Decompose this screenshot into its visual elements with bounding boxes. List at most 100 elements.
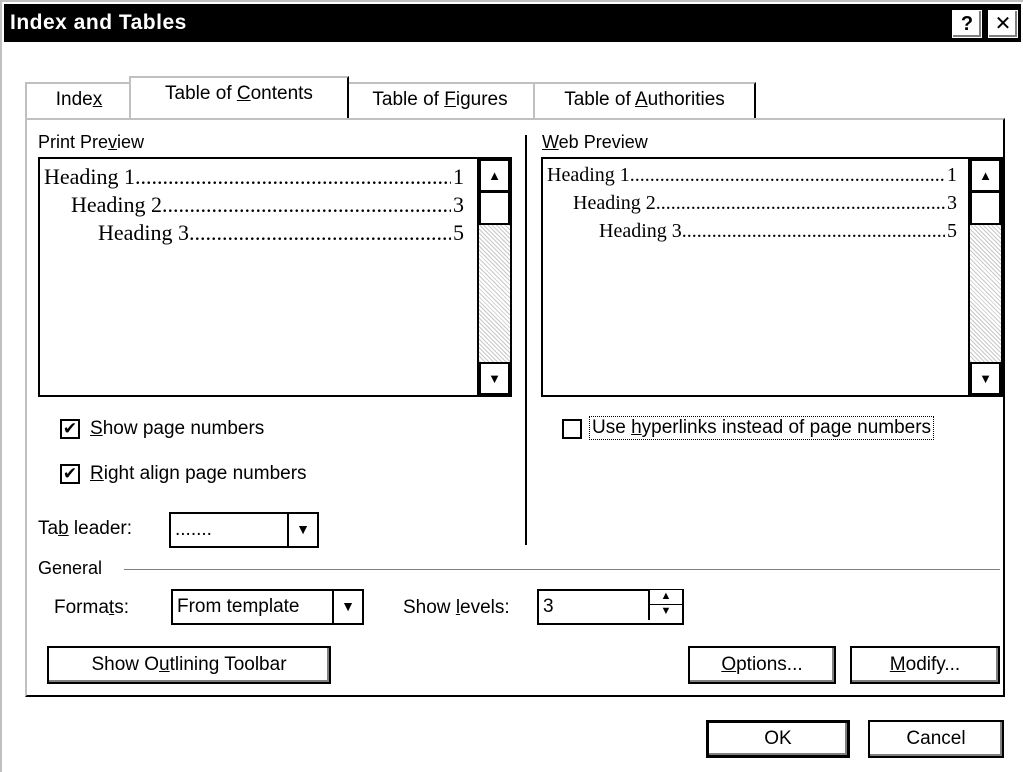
formats-text-a: Forma [54,597,109,618]
spin-up-icon[interactable]: ▲ [650,590,682,605]
options-mnemonic: O [721,654,737,675]
pp-heading-1: Heading 1 [44,164,136,189]
web-preview-label: Web Preview [542,132,648,153]
use-hyperlinks-text-b: yperlinks instead of page numbers [641,417,932,438]
pp-leader-1: ........................................… [135,164,451,189]
pp-page-2: 3 [453,192,464,217]
window-title: Index and Tables [10,11,187,34]
tab-table-of-figures[interactable]: Table of Figures [345,82,535,118]
show-levels-stepper[interactable]: ▲ ▼ [648,590,682,620]
print-preview-scrollbar[interactable]: ▲ ▼ [477,159,510,395]
tab-tof-label-a: Table of [372,89,445,110]
tab-leader-value: ....... [175,519,212,540]
right-align-text: ight align page numbers [103,463,307,484]
outline-toolbar-text-b: tlining Toolbar [169,654,287,675]
web-preview-box[interactable]: Heading 1 ..............................… [541,157,1003,397]
web-preview-line-2: Heading 2 ..............................… [573,192,957,215]
wp-page-1: 1 [947,164,957,186]
show-levels-text-b: evels: [460,597,510,618]
general-group-divider [124,569,1000,571]
tab-table-of-authorities[interactable]: Table of Authorities [533,82,756,118]
show-outlining-toolbar-button[interactable]: Show Outlining Toolbar [47,646,331,684]
wp-leader-3: ........................................… [681,220,945,242]
tab-leader-text-a: Ta [38,518,59,539]
formats-text-b: s: [114,597,129,618]
formats-select[interactable]: From template ▼ [171,589,364,625]
formats-value: From template [177,596,300,617]
spin-down-icon[interactable]: ▼ [650,605,682,620]
modify-text: odify... [905,654,961,675]
pp-heading-2: Heading 2 [71,192,163,217]
right-align-checkbox[interactable]: ✔ [60,464,80,484]
close-icon[interactable]: ✕ [988,10,1018,38]
outline-toolbar-text-a: Show O [91,654,160,675]
use-hyperlinks-checkbox[interactable] [562,419,582,439]
outline-toolbar-mnemonic: u [159,654,170,675]
right-align-mnemonic: R [90,463,104,484]
print-preview-box[interactable]: Heading 1 ..............................… [38,157,512,397]
cancel-button[interactable]: Cancel [868,720,1004,758]
tab-toc-label-a: Table of [165,83,237,104]
wp-page-2: 3 [947,192,957,214]
web-preview-line-1: Heading 1 ..............................… [547,164,957,187]
show-page-numbers-mnemonic: S [90,418,103,439]
modify-mnemonic: M [889,654,906,675]
tab-leader-mnemonic: b [58,518,69,539]
wp-heading-3: Heading 3 [599,220,682,242]
general-group-label: General [38,558,103,578]
column-divider [525,135,527,545]
scroll-thumb[interactable] [479,192,510,225]
tab-toa-mnemonic: A [634,89,648,110]
options-text: ptions... [736,654,803,675]
print-preview-label-a: Print Pre [38,132,109,152]
tab-toa-label-b: uthorities [647,89,725,110]
pp-heading-3: Heading 3 [98,220,190,245]
tab-leader-select[interactable]: ....... ▼ [169,512,319,548]
scroll-down-icon[interactable]: ▼ [479,362,510,395]
index-and-tables-dialog: Index and Tables ? ✕ Index Table of Cont… [0,0,1023,772]
web-preview-mnemonic: W [542,132,559,152]
scroll-up-icon[interactable]: ▲ [970,159,1001,192]
show-levels-value: 3 [543,596,554,617]
tab-index-label: Inde [55,89,93,110]
show-page-numbers-checkbox[interactable]: ✔ [60,419,80,439]
tab-index[interactable]: Index [25,82,133,118]
tab-tof-mnemonic: F [444,89,456,110]
wp-heading-2: Heading 2 [573,192,656,214]
use-hyperlinks-text-a: Use [592,417,632,438]
tab-leader-text-b: leader: [68,518,133,539]
show-page-numbers-label: Show page numbers [90,418,264,440]
ok-button[interactable]: OK [706,720,850,758]
show-levels-text-a: Show [403,597,456,618]
wp-leader-2: ........................................… [655,192,945,214]
scroll-thumb[interactable] [970,192,1001,225]
wp-heading-1: Heading 1 [547,164,630,186]
wp-leader-1: ........................................… [629,164,945,186]
formats-label: Formats: [54,597,129,619]
print-preview-label: Print Preview [38,132,144,153]
print-preview-line-3: Heading 3 ..............................… [98,220,464,246]
print-preview-mnemonic: v [108,132,118,152]
tab-tof-label-b: igures [455,89,508,110]
modify-button[interactable]: Modify... [850,646,1000,684]
tab-toc-label-b: ontents [250,83,313,104]
title-bar: Index and Tables ? ✕ [4,4,1021,42]
tab-index-mnemonic: x [92,89,103,110]
tab-table-of-contents[interactable]: Table of Contents [129,76,349,118]
print-preview-line-2: Heading 2 ..............................… [71,192,464,218]
scroll-up-icon[interactable]: ▲ [479,159,510,192]
pp-leader-2: ........................................… [162,192,451,217]
chevron-down-icon[interactable]: ▼ [332,591,362,623]
web-preview-scrollbar[interactable]: ▲ ▼ [968,159,1001,395]
pp-page-3: 5 [453,220,464,245]
scroll-down-icon[interactable]: ▼ [970,362,1001,395]
tab-toa-label-a: Table of [564,89,635,110]
help-icon[interactable]: ? [952,10,982,38]
right-align-label: Right align page numbers [90,463,307,485]
tab-toc-mnemonic: C [236,83,251,104]
use-hyperlinks-mnemonic: h [631,417,642,438]
show-page-numbers-text: how page numbers [102,418,265,439]
chevron-down-icon[interactable]: ▼ [287,514,317,546]
tab-leader-label: Tab leader: [38,518,132,540]
options-button[interactable]: Options... [688,646,836,684]
